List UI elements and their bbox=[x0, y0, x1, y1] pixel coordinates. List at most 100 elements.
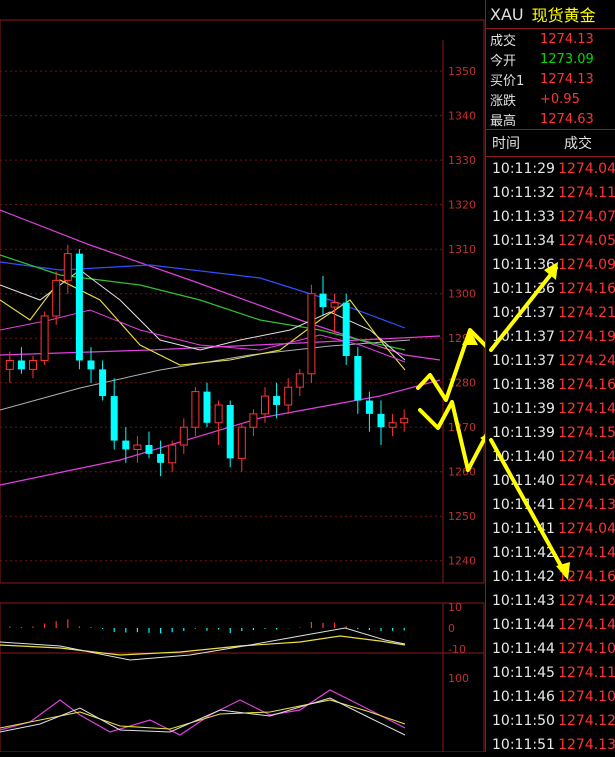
tick-row: 10:11:36 1274.16 bbox=[486, 277, 615, 301]
tick-time: 10:11:42 bbox=[492, 545, 555, 561]
tick-row: 10:11:44 1274.10 bbox=[486, 637, 615, 661]
quote-title: XAU 现货黄金 bbox=[486, 0, 615, 29]
tick-time: 10:11:43 bbox=[492, 593, 555, 609]
candlestick bbox=[249, 409, 258, 437]
tick-row: 10:11:40 1274.16 bbox=[486, 469, 615, 493]
tick-row: 10:11:43 1274.12 bbox=[486, 589, 615, 613]
ticks-header-time: 时间 bbox=[492, 136, 520, 152]
kdj-panel-frame bbox=[0, 652, 485, 753]
tick-price: 1274.16 bbox=[558, 569, 615, 585]
tick-price: 1274.19 bbox=[558, 329, 615, 345]
tick-row: 10:11:41 1274.04 bbox=[486, 517, 615, 541]
price-tick-label: 1320 bbox=[448, 199, 476, 212]
quote-value: 1274.63 bbox=[540, 111, 594, 127]
tick-time: 10:11:38 bbox=[492, 377, 555, 393]
tick-row: 10:11:37 1274.24 bbox=[486, 349, 615, 373]
candlestick bbox=[388, 413, 397, 437]
tick-row: 10:11:39 1274.14 bbox=[486, 397, 615, 421]
tick-price: 1274.04 bbox=[558, 161, 615, 177]
candlestick bbox=[145, 431, 153, 459]
price-tick-label: 1350 bbox=[448, 65, 476, 78]
candlestick bbox=[17, 347, 25, 374]
candlestick bbox=[5, 351, 14, 383]
tick-row: 10:11:38 1274.16 bbox=[486, 373, 615, 397]
candlestick bbox=[400, 409, 409, 432]
tick-time: 10:11:45 bbox=[492, 665, 555, 681]
tick-row: 10:11:33 1274.07 bbox=[486, 205, 615, 229]
tick-row: 10:11:44 1274.14 bbox=[486, 613, 615, 637]
tick-price: 1274.14 bbox=[558, 449, 615, 465]
lower-trendline bbox=[0, 379, 441, 486]
tick-time: 10:11:37 bbox=[492, 353, 555, 369]
quote-row-open: 今开 1273.09 bbox=[486, 49, 615, 69]
tick-row: 10:11:45 1274.11 bbox=[486, 661, 615, 685]
candlestick bbox=[75, 249, 83, 370]
candlestick bbox=[29, 356, 37, 379]
tick-time: 10:11:34 bbox=[492, 233, 555, 249]
moving-average-lines bbox=[0, 209, 441, 486]
ticks-header-price: 成交 bbox=[564, 136, 592, 152]
candlestick bbox=[99, 360, 107, 401]
tick-row: 10:11:41 1274.13 bbox=[486, 493, 615, 517]
tick-row: 10:11:39 1274.15 bbox=[486, 421, 615, 445]
tick-time: 10:11:39 bbox=[492, 425, 555, 441]
tick-price: 1274.05 bbox=[558, 233, 615, 249]
candlestick bbox=[168, 440, 177, 472]
price-tick-label: 1270 bbox=[448, 421, 476, 434]
candlestick bbox=[110, 378, 118, 450]
candlestick bbox=[191, 387, 200, 437]
candlestick bbox=[273, 382, 281, 419]
tick-time: 10:11:41 bbox=[492, 521, 555, 537]
kline-chart-svg[interactable]: 1350134013301320131013001290128012701260… bbox=[0, 0, 494, 753]
kdj-d-line bbox=[0, 699, 406, 730]
candlestick bbox=[330, 293, 339, 334]
yellow-arrow-annotation bbox=[416, 328, 492, 472]
tick-time: 10:11:40 bbox=[492, 473, 555, 489]
tick-row: 10:11:51 1274.13 bbox=[486, 733, 615, 757]
tick-price: 1274.14 bbox=[558, 617, 615, 633]
tick-row: 10:11:34 1274.05 bbox=[486, 229, 615, 253]
candlestick bbox=[52, 271, 61, 325]
quote-value: 1274.13 bbox=[540, 31, 594, 47]
tick-price: 1274.14 bbox=[558, 401, 615, 417]
kdj-j-line bbox=[0, 689, 406, 736]
tick-price: 1274.24 bbox=[558, 353, 615, 369]
tick-price: 1274.04 bbox=[558, 521, 615, 537]
candlestick bbox=[377, 400, 385, 446]
quote-value: 1273.09 bbox=[540, 51, 594, 67]
price-tick-label: 1310 bbox=[448, 243, 476, 256]
tick-list[interactable]: 10:11:29 1274.04 10:11:32 1274.11 10:11:33 12… bbox=[486, 157, 615, 757]
candlesticks bbox=[5, 244, 409, 477]
price-tick-label: 1250 bbox=[448, 510, 476, 523]
tick-row: 10:11:37 1274.21 bbox=[486, 301, 615, 325]
tick-time: 10:11:37 bbox=[492, 329, 555, 345]
tick-row: 10:11:29 1274.04 bbox=[486, 157, 615, 181]
kdj-k-line bbox=[0, 697, 406, 736]
tick-time: 10:11:37 bbox=[492, 305, 555, 321]
tick-time: 10:11:33 bbox=[492, 209, 555, 225]
macd-dif-line bbox=[0, 627, 406, 661]
tick-time: 10:11:42 bbox=[492, 569, 555, 585]
tick-row: 10:11:42 1274.14 bbox=[486, 541, 615, 565]
candlestick bbox=[157, 440, 165, 477]
upper-trendline bbox=[0, 209, 441, 361]
quote-value: +0.95 bbox=[540, 91, 580, 107]
quote-label: 涨跌 bbox=[490, 93, 517, 109]
tick-row: 10:11:36 1274.09 bbox=[486, 253, 615, 277]
tick-price: 1274.10 bbox=[558, 641, 615, 657]
kdj-tick-label: 100 bbox=[448, 672, 469, 685]
macd-histogram bbox=[9, 619, 405, 634]
quote-label: 最高 bbox=[490, 113, 517, 129]
macd-tick-label: 0 bbox=[448, 622, 455, 635]
candlestick bbox=[295, 369, 304, 397]
tick-row: 10:11:50 1274.12 bbox=[486, 709, 615, 733]
candlestick bbox=[354, 347, 362, 414]
kline-chart-area[interactable]: 1350 1340 1330 1320 1310 1300 1290 1280 1270 1260… bbox=[0, 0, 494, 753]
price-tick-label: 1300 bbox=[448, 288, 476, 301]
tick-price: 1274.15 bbox=[558, 425, 615, 441]
tick-price: 1274.21 bbox=[558, 305, 615, 321]
tick-price: 1274.16 bbox=[558, 281, 615, 297]
tick-price: 1274.13 bbox=[558, 497, 615, 513]
symbol-name: 现货黄金 bbox=[531, 6, 596, 25]
candlestick bbox=[342, 293, 350, 365]
